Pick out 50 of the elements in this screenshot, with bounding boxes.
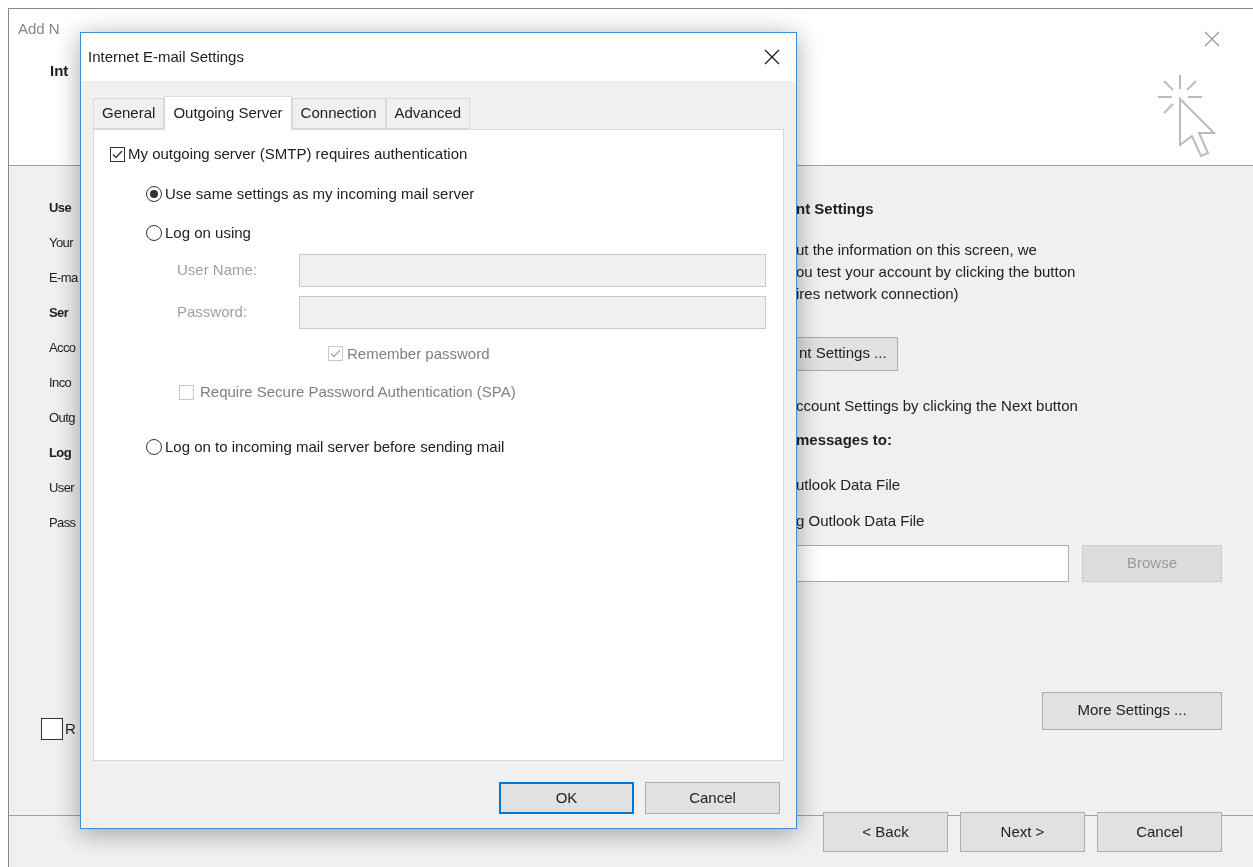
hint-text: ccount Settings by clicking the Next button xyxy=(796,395,1078,416)
field-label: Use xyxy=(49,199,72,217)
field-label: Ser xyxy=(49,304,69,322)
tab[interactable]: Connection xyxy=(291,98,386,129)
description-text: ou test your account by clicking the button xyxy=(796,261,1076,282)
check-icon xyxy=(330,349,341,359)
radio-button[interactable] xyxy=(146,438,162,455)
test-settings-button[interactable]: nt Settings ... xyxy=(796,336,898,371)
field-label: Your xyxy=(49,234,73,252)
checkbox-label: My outgoing server (SMTP) requires authentication xyxy=(128,144,468,164)
field-label: User Name: xyxy=(177,259,259,280)
field-label: Pass xyxy=(49,514,76,532)
wizard-button[interactable]: Cancel xyxy=(1097,812,1222,852)
tab[interactable]: Advanced xyxy=(385,98,471,129)
checkbox-label: R xyxy=(65,719,76,739)
field-label: Acco xyxy=(49,339,76,357)
radio-label: Use same settings as my incoming mail server xyxy=(165,183,475,204)
check-icon xyxy=(112,149,123,159)
checkbox-label: Require Secure Password Authentication (SPA) xyxy=(200,382,516,402)
option-label: utlook Data File xyxy=(796,474,901,495)
field-label: E-ma xyxy=(49,269,78,287)
radio-button[interactable] xyxy=(146,225,162,242)
radio-label: Log on using xyxy=(165,223,251,243)
section-heading: messages to: xyxy=(796,430,892,450)
dialog-button[interactable]: OK xyxy=(499,782,634,814)
page-heading: Int xyxy=(50,61,69,81)
file-path-field[interactable] xyxy=(796,544,1069,582)
description-text: ires network connection) xyxy=(796,283,959,304)
checkbox[interactable] xyxy=(110,146,125,162)
checkbox-label: Remember password xyxy=(347,343,490,364)
tab[interactable]: General xyxy=(93,98,165,129)
wizard-button[interactable]: Next > xyxy=(960,812,1085,852)
description-text: ut the information on this screen, we xyxy=(796,239,1037,260)
tab[interactable]: Outgoing Server xyxy=(164,96,292,130)
section-heading: nt Settings xyxy=(796,199,874,219)
field-label: Password: xyxy=(177,301,249,322)
checkbox[interactable] xyxy=(41,718,63,741)
more-settings-button[interactable]: More Settings ... xyxy=(1042,691,1222,730)
close-icon[interactable] xyxy=(764,49,780,65)
option-label: g Outlook Data File xyxy=(796,511,925,531)
dialog-title: Internet E-mail Settings xyxy=(88,46,244,67)
field-label: Outg xyxy=(49,409,75,427)
radio-label: Log on to incoming mail server before sending mail xyxy=(165,436,505,457)
radio-button[interactable] xyxy=(146,185,162,202)
dialog-button[interactable]: Cancel xyxy=(645,782,780,814)
field-label: Inco xyxy=(49,374,72,392)
field-label: Log xyxy=(49,444,72,462)
field-label: User xyxy=(49,479,75,497)
wizard-button[interactable]: < Back xyxy=(823,812,948,852)
window-title: Add N xyxy=(18,21,60,36)
